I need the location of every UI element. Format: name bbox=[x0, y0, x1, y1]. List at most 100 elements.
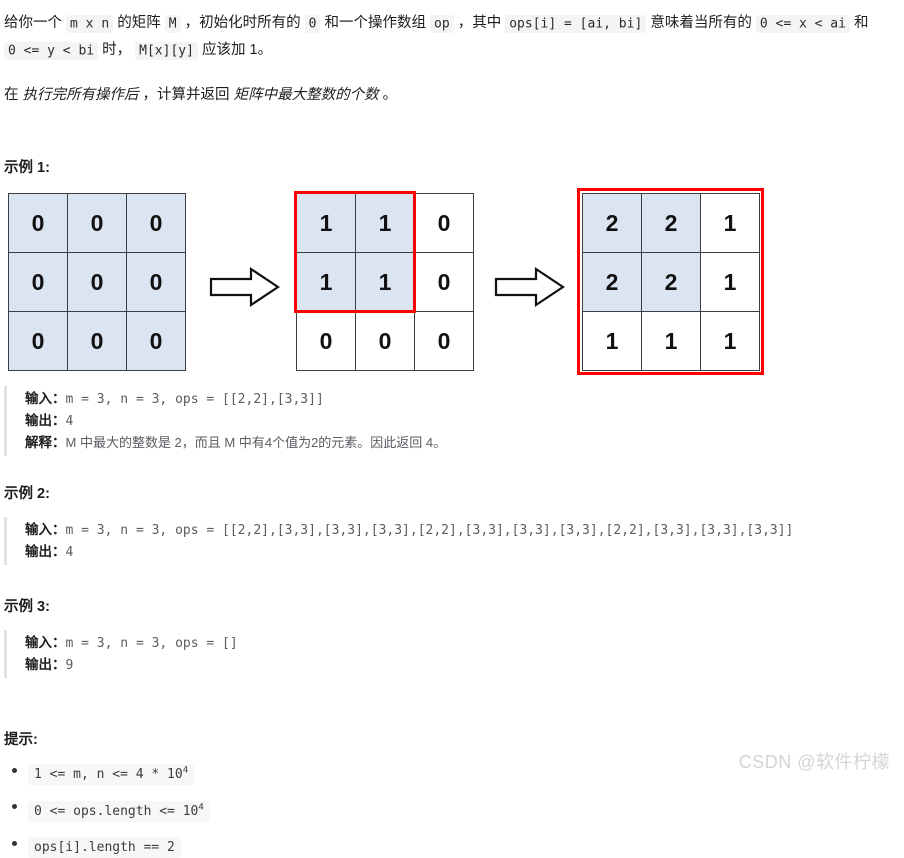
matrix-figure: 0 0 0 0 0 0 0 0 0 1 1 0 1 1 0 0 0 0 2 2 … bbox=[4, 188, 904, 378]
input-label: 输入： bbox=[25, 522, 66, 537]
output-label: 输出： bbox=[25, 413, 66, 428]
input-value: m = 3, n = 3, ops = [[2,2],[3,3]] bbox=[65, 392, 324, 407]
hint-code: 0 <= ops.length <= 104 bbox=[28, 800, 210, 822]
matrix-after-first-op: 1 1 0 1 1 0 0 0 0 bbox=[294, 191, 474, 371]
code-chip-xrange: 0 <= x < ai bbox=[755, 14, 850, 33]
matrix-cell: 0 bbox=[126, 193, 186, 253]
matrix-row: 2 2 1 bbox=[582, 193, 760, 253]
emphasis-text: 矩阵中最大整数的个数 bbox=[233, 87, 379, 103]
matrix-row: 0 0 0 bbox=[296, 311, 474, 371]
example-1-title: 示例 1: bbox=[4, 160, 50, 176]
matrix-initial: 0 0 0 0 0 0 0 0 0 bbox=[8, 193, 186, 371]
desc-text: 在 bbox=[4, 87, 23, 103]
example-2-title: 示例 2: bbox=[4, 486, 50, 502]
example-explain-row: 解释：M 中最大的整数是 2，而且 M 中有4个值为2的元素。因此返回 4。 bbox=[25, 432, 904, 454]
desc-text: ，计算并返回 bbox=[138, 87, 234, 103]
matrix-cell: 1 bbox=[700, 311, 760, 371]
hint-item: 0 <= ops.length <= 104 bbox=[4, 797, 904, 822]
code-chip-opsi: ops[i] = [ai, bi] bbox=[505, 14, 647, 33]
hint-text: 1 <= m, n <= 4 * 10 bbox=[34, 767, 183, 783]
output-value: 4 bbox=[65, 414, 74, 429]
output-value: 4 bbox=[65, 545, 74, 560]
matrix-cell: 0 bbox=[414, 311, 474, 371]
example-output-row: 输出：4 bbox=[25, 541, 904, 563]
hint-superscript: 4 bbox=[198, 802, 204, 813]
desc-text: 时， bbox=[98, 42, 136, 58]
example-2-block: 输入：m = 3, n = 3, ops = [[2,2],[3,3],[3,3… bbox=[4, 517, 904, 565]
matrix-row: 0 0 0 bbox=[8, 193, 186, 253]
desc-text: 意味着当所有的 bbox=[646, 15, 756, 31]
code-chip-yrange: 0 <= y < bi bbox=[4, 41, 99, 60]
hint-text: ops[i].length == 2 bbox=[34, 839, 175, 855]
hints-list: 1 <= m, n <= 4 * 104 0 <= ops.length <= … bbox=[4, 761, 904, 858]
csdn-watermark: CSDN @软件柠檬 bbox=[738, 752, 890, 772]
example-3-title: 示例 3: bbox=[4, 599, 50, 615]
code-chip-zero: 0 bbox=[304, 14, 321, 33]
matrix-cell: 1 bbox=[700, 193, 760, 253]
example-1-block: 输入：m = 3, n = 3, ops = [[2,2],[3,3]] 输出：… bbox=[4, 386, 904, 456]
matrix-cell: 0 bbox=[126, 311, 186, 371]
emphasis-text: 执行完所有操作后 bbox=[22, 87, 139, 103]
hint-superscript: 4 bbox=[182, 766, 189, 776]
problem-page: 给你一个 m x n 的矩阵 M ，初始化时所有的 0 和一个操作数组 op ，… bbox=[0, 0, 904, 858]
arrow-right-icon-2 bbox=[494, 266, 566, 312]
hints-title: 提示: bbox=[4, 732, 38, 748]
code-chip-op: op bbox=[430, 14, 454, 33]
output-label: 输出： bbox=[25, 544, 66, 559]
matrix-cell: 1 bbox=[296, 252, 356, 312]
example-input-row: 输入：m = 3, n = 3, ops = [[2,2],[3,3]] bbox=[25, 388, 904, 410]
input-label: 输入： bbox=[25, 391, 66, 406]
matrix-grid: 1 1 0 1 1 0 0 0 0 bbox=[296, 193, 474, 371]
description-paragraph-2: 在 执行完所有操作后 ，计算并返回 矩阵中最大整数的个数 。 bbox=[4, 82, 904, 108]
desc-text: ，其中 bbox=[453, 15, 506, 31]
example-3-block: 输入：m = 3, n = 3, ops = [] 输出：9 bbox=[4, 630, 904, 678]
matrix-grid: 0 0 0 0 0 0 0 0 0 bbox=[8, 193, 186, 371]
example-output-row: 输出：9 bbox=[25, 654, 904, 676]
input-value: m = 3, n = 3, ops = [] bbox=[65, 636, 238, 651]
matrix-row: 0 0 0 bbox=[8, 311, 186, 371]
explain-label: 解释： bbox=[25, 435, 66, 450]
input-label: 输入： bbox=[25, 635, 66, 650]
matrix-cell: 0 bbox=[8, 193, 68, 253]
matrix-row: 1 1 0 bbox=[296, 193, 474, 253]
desc-text: 和一个操作数组 bbox=[320, 15, 431, 31]
matrix-cell: 0 bbox=[67, 252, 127, 312]
code-chip-mxy: M[x][y] bbox=[135, 41, 198, 60]
hint-code: 1 <= m, n <= 4 * 104 bbox=[28, 764, 195, 786]
hint-code: ops[i].length == 2 bbox=[28, 836, 181, 858]
code-chip-mxn: m x n bbox=[66, 14, 114, 33]
matrix-grid: 2 2 1 2 2 1 1 1 1 bbox=[582, 193, 760, 371]
code-chip-m: M bbox=[164, 14, 181, 33]
output-label: 输出： bbox=[25, 657, 66, 672]
matrix-cell: 0 bbox=[67, 193, 127, 253]
matrix-row: 2 2 1 bbox=[582, 252, 760, 312]
matrix-cell: 0 bbox=[414, 252, 474, 312]
matrix-cell: 0 bbox=[414, 193, 474, 253]
description-paragraph-1: 给你一个 m x n 的矩阵 M ，初始化时所有的 0 和一个操作数组 op ，… bbox=[4, 10, 904, 64]
matrix-cell: 0 bbox=[8, 311, 68, 371]
matrix-cell: 1 bbox=[355, 193, 415, 253]
matrix-cell: 1 bbox=[641, 311, 701, 371]
matrix-cell: 2 bbox=[641, 193, 701, 253]
bullet-icon bbox=[12, 840, 17, 846]
matrix-cell: 0 bbox=[8, 252, 68, 312]
matrix-cell: 2 bbox=[582, 193, 642, 253]
matrix-cell: 2 bbox=[582, 252, 642, 312]
desc-text: 。 bbox=[378, 87, 398, 103]
matrix-cell: 0 bbox=[67, 311, 127, 371]
output-value: 9 bbox=[65, 658, 74, 673]
matrix-cell: 0 bbox=[126, 252, 186, 312]
matrix-cell: 1 bbox=[296, 193, 356, 253]
example-output-row: 输出：4 bbox=[25, 410, 904, 432]
hint-text: 0 <= ops.length <= 10 bbox=[34, 803, 199, 819]
desc-text: 和 bbox=[849, 15, 869, 31]
matrix-cell: 1 bbox=[355, 252, 415, 312]
arrow-right-icon-1 bbox=[209, 266, 281, 312]
desc-text: 给你一个 bbox=[4, 15, 67, 31]
desc-text: 应该加 1。 bbox=[197, 42, 273, 58]
example-input-row: 输入：m = 3, n = 3, ops = [[2,2],[3,3],[3,3… bbox=[25, 519, 904, 541]
matrix-row: 1 1 0 bbox=[296, 252, 474, 312]
input-value: m = 3, n = 3, ops = [[2,2],[3,3],[3,3],[… bbox=[65, 523, 794, 538]
example-input-row: 输入：m = 3, n = 3, ops = [] bbox=[25, 632, 904, 654]
matrix-final: 2 2 1 2 2 1 1 1 1 bbox=[577, 188, 764, 375]
